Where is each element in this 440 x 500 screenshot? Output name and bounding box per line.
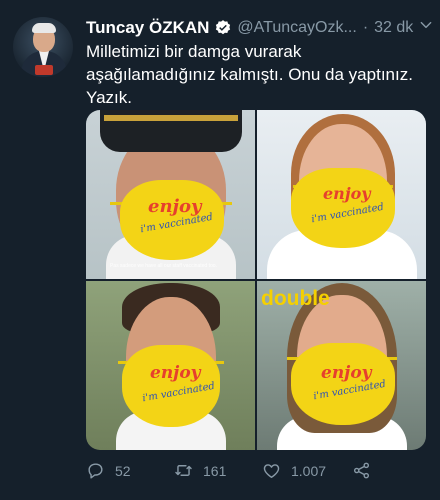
chevron-down-icon[interactable] bbox=[419, 18, 433, 32]
reply-count: 52 bbox=[115, 462, 131, 479]
tweet-text-line: Yazık. bbox=[86, 88, 132, 107]
media-image-pilot[interactable]: enjoy i'm vaccinated Pas sadece we have … bbox=[86, 110, 255, 279]
retweet-button[interactable]: 161 bbox=[174, 461, 226, 480]
tweet-text: Milletimizi bir damga vurarak aşağılamad… bbox=[86, 40, 426, 109]
author-handle[interactable]: @ATuncayOzk... bbox=[237, 19, 356, 37]
media-caption: Pas sadece we have all our staff vaccina… bbox=[110, 263, 217, 269]
like-count: 1.007 bbox=[291, 462, 327, 479]
mask-word: enjoy bbox=[150, 363, 201, 383]
mask-word: enjoy bbox=[321, 363, 372, 383]
tweet-text-line: aşağılamadığınız kalmıştı. Onu da yaptın… bbox=[86, 65, 413, 84]
verified-icon bbox=[216, 20, 231, 35]
mask-word: enjoy bbox=[323, 184, 371, 203]
like-button[interactable]: 1.007 bbox=[262, 461, 326, 480]
overlay-word: double bbox=[261, 287, 330, 310]
separator-dot: · bbox=[362, 19, 369, 36]
media-image-double[interactable]: enjoy i'm vaccinated double We call it '… bbox=[257, 281, 426, 450]
media-caption: We call it 'Double safety by...' bbox=[297, 437, 362, 443]
pilot-cap-band bbox=[104, 115, 238, 121]
share-button[interactable] bbox=[352, 461, 381, 480]
tweet-text-line: Milletimizi bir damga vurarak bbox=[86, 42, 302, 61]
author-name[interactable]: Tuncay ÖZKAN bbox=[86, 18, 209, 38]
timestamp[interactable]: 32 dk bbox=[374, 19, 413, 37]
media-grid[interactable]: enjoy i'm vaccinated Pas sadece we have … bbox=[86, 110, 426, 450]
avatar[interactable] bbox=[13, 17, 73, 77]
retweet-count: 161 bbox=[203, 462, 227, 479]
media-image-man[interactable]: enjoy i'm vaccinated bbox=[86, 281, 255, 450]
tweet-actions: 52 161 1.007 bbox=[86, 461, 386, 483]
tweet-header: Tuncay ÖZKAN @ATuncayOzk... · 32 dk bbox=[86, 18, 413, 38]
media-image-woman[interactable]: enjoy i'm vaccinated bbox=[257, 110, 426, 279]
tweet[interactable]: Tuncay ÖZKAN @ATuncayOzk... · 32 dk Mill… bbox=[0, 0, 440, 500]
reply-icon bbox=[88, 463, 103, 479]
share-icon bbox=[353, 462, 370, 479]
retweet-icon bbox=[175, 465, 192, 476]
like-icon bbox=[263, 464, 280, 478]
reply-button[interactable]: 52 bbox=[86, 461, 131, 480]
avatar-microphone bbox=[35, 65, 53, 75]
avatar-hair bbox=[32, 23, 56, 33]
